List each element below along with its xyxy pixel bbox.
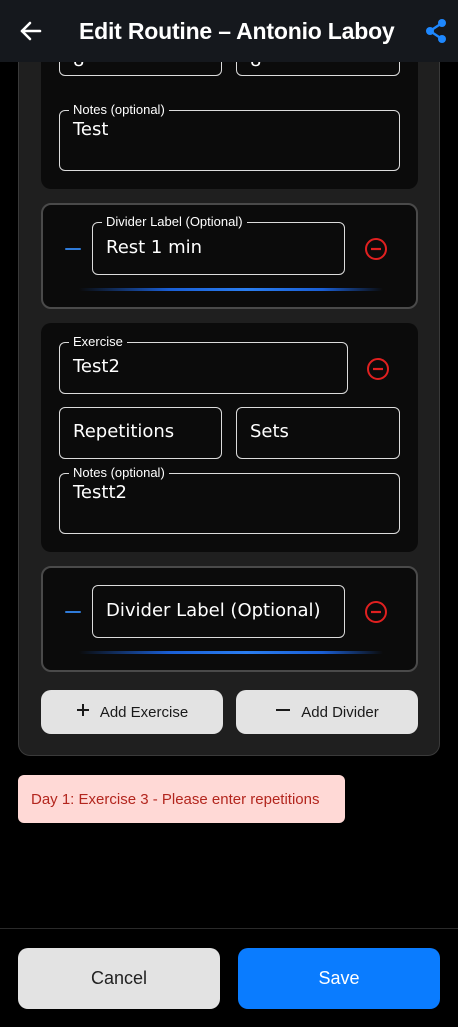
sets-field-2[interactable]: Sets: [236, 407, 400, 459]
app-bar: Edit Routine – Antonio Laboy: [0, 0, 458, 62]
sets-placeholder: Sets: [250, 421, 289, 442]
arrow-left-icon: [20, 21, 42, 41]
exercise-value: Test2: [73, 356, 120, 377]
save-button[interactable]: Save: [238, 948, 440, 1009]
divider-label-placeholder: Divider Label (Optional): [106, 600, 321, 621]
cancel-button[interactable]: Cancel: [18, 948, 220, 1009]
remove-circle-icon[interactable]: [363, 599, 389, 625]
divider-line: [79, 288, 383, 291]
error-message: Day 1: Exercise 3 - Please enter repetit…: [31, 790, 320, 808]
repetitions-field-2[interactable]: Repetitions: [59, 407, 222, 459]
notes-value: Testt2: [73, 482, 127, 503]
add-divider-label: Add Divider: [301, 703, 379, 721]
notes-value: Test: [73, 119, 109, 140]
plus-icon: [76, 703, 90, 721]
notes-label: Notes (optional): [69, 102, 169, 118]
error-banner: Day 1: Exercise 3 - Please enter repetit…: [18, 775, 345, 823]
bottom-action-bar: Cancel Save: [0, 928, 458, 1027]
notes-field-1[interactable]: Notes (optional) Test: [59, 102, 400, 171]
share-button[interactable]: [420, 13, 452, 49]
drag-handle-icon[interactable]: [65, 611, 81, 613]
exercise-block-2: Exercise Test2 Repetitions Sets Notes (o…: [41, 323, 418, 552]
page-title: Edit Routine – Antonio Laboy: [79, 18, 395, 44]
notes-label: Notes (optional): [69, 465, 169, 481]
repetitions-placeholder: Repetitions: [73, 421, 175, 442]
divider-line: [79, 651, 383, 654]
divider-block-2: Divider Label (Optional): [41, 566, 418, 672]
share-icon: [426, 19, 446, 43]
remove-circle-icon[interactable]: [363, 236, 389, 262]
exercise-field-2[interactable]: Exercise Test2: [59, 334, 348, 394]
divider-label: Divider Label (Optional): [102, 214, 247, 230]
add-exercise-label: Add Exercise: [99, 703, 189, 721]
divider-label-field-2[interactable]: Divider Label (Optional): [92, 585, 345, 638]
exercise-label: Exercise: [69, 334, 127, 350]
notes-field-2[interactable]: Notes (optional) Testt2: [59, 465, 400, 534]
add-exercise-button[interactable]: Add Exercise: [41, 690, 223, 734]
drag-handle-icon[interactable]: [65, 248, 81, 250]
back-button[interactable]: [14, 14, 48, 48]
routine-day-card: 8 8 Notes (optional) Test Divider Label …: [18, 0, 440, 756]
divider-label-value: Rest 1 min: [106, 237, 203, 258]
divider-block-1: Divider Label (Optional) Rest 1 min: [41, 203, 418, 309]
minus-icon: [275, 703, 291, 721]
divider-label-field-1[interactable]: Divider Label (Optional) Rest 1 min: [92, 214, 345, 275]
add-divider-button[interactable]: Add Divider: [236, 690, 418, 734]
remove-circle-icon[interactable]: [365, 356, 391, 382]
